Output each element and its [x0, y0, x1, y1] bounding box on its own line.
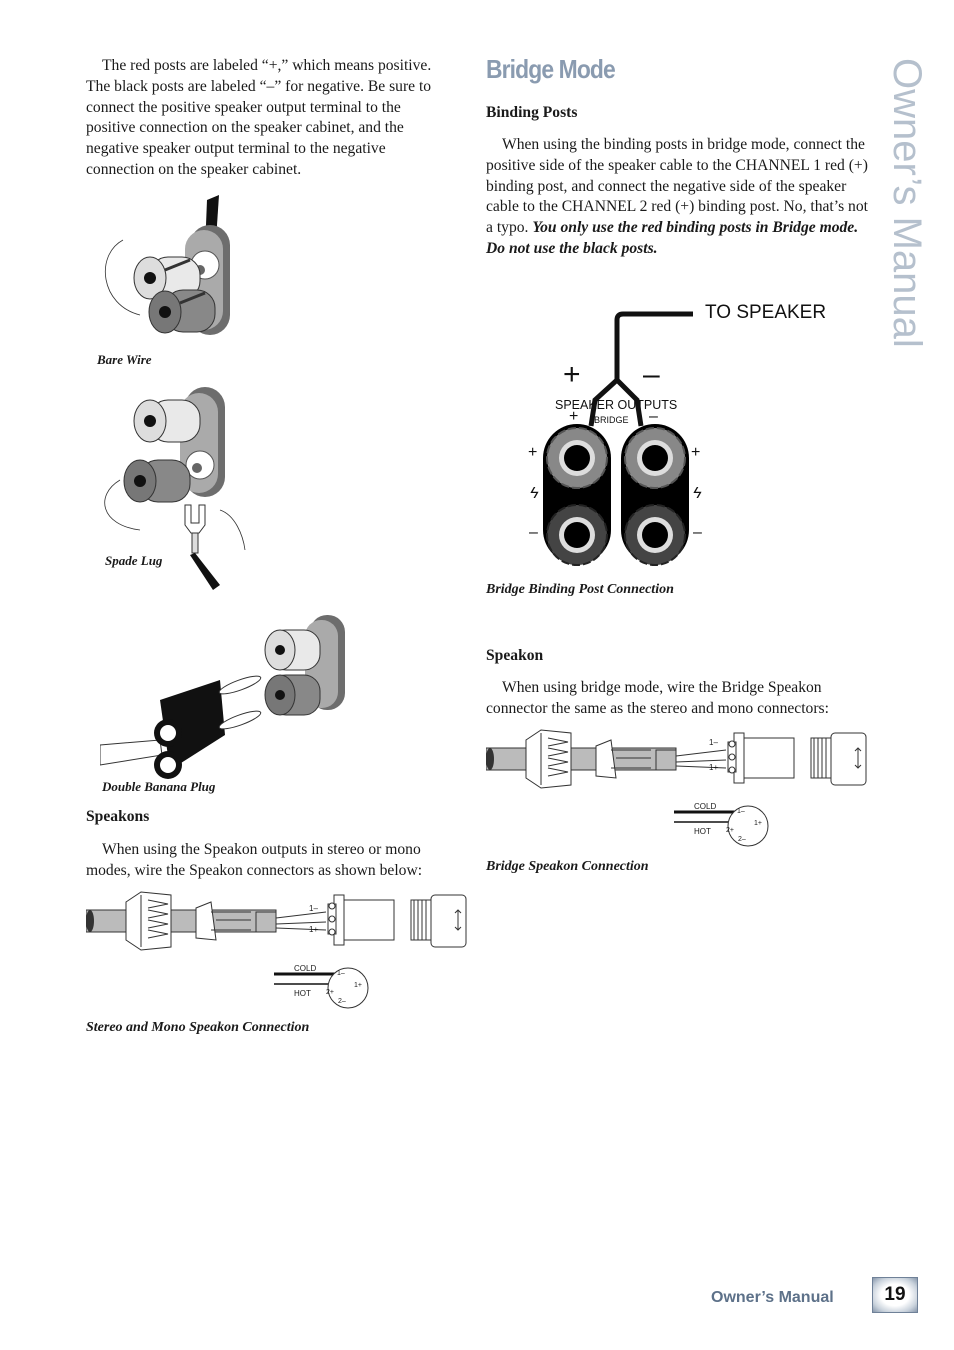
right-plus-label: +: [691, 444, 701, 461]
bridge-label: BRIDGE: [594, 415, 629, 425]
left-warning-bolt-icon: ϟ: [530, 485, 539, 502]
bare-wire-illustration: [104, 195, 230, 335]
left-plus-label: +: [528, 444, 538, 461]
speakons-paragraph: When using the Speakon outputs in stereo…: [86, 841, 423, 879]
binding-posts-emphasis: You only use the red binding posts in Br…: [486, 219, 859, 257]
face-label-1-minus: 1–: [337, 970, 345, 977]
speakon-heading: Speakon: [486, 647, 544, 664]
hot-label: HOT: [694, 827, 711, 836]
pin-label-1-minus: 1–: [709, 738, 718, 747]
right-binding-post-pair: [621, 424, 689, 566]
binding-posts-paragraph: When using the binding posts in bridge m…: [486, 135, 868, 260]
face-label-2-plus: 2+: [726, 827, 734, 834]
cable-plus-label: +: [563, 358, 581, 391]
intro-paragraph: The red posts are labeled “+,” which mea…: [86, 57, 432, 178]
figure-caption-stereo-mono-speakon: Stereo and Mono Speakon Connection: [86, 1020, 310, 1035]
figure-caption-bridge-speakon: Bridge Speakon Connection: [486, 859, 649, 874]
stereo-mono-speakon-diagram: 1– 1+ COLD HOT 1– 1+ 2+ 2–: [86, 890, 471, 1015]
bridge-speakon-diagram: 1– 1+ COLD HOT 1– 1+ 2+ 2–: [486, 728, 871, 853]
bridge-minus-label: –: [649, 408, 658, 425]
face-label-2-plus: 2+: [326, 989, 334, 996]
cold-label: COLD: [294, 964, 317, 973]
side-title: Owner’s Manual: [885, 58, 929, 348]
page-number-box: 19: [872, 1277, 918, 1313]
face-label-2-minus: 2–: [338, 998, 346, 1005]
face-label-1-plus: 1+: [754, 820, 762, 827]
figure-caption-spade-lug: Spade Lug: [105, 553, 163, 568]
footer-label: Owner’s Manual: [711, 1289, 834, 1306]
page-number: 19: [884, 1284, 906, 1305]
figure-caption-bridge-binding-post: Bridge Binding Post Connection: [486, 582, 674, 597]
bridge-plus-label: +: [569, 408, 579, 425]
pin-label-1-plus: 1+: [309, 925, 319, 934]
bridge-binding-post-diagram: TO SPEAKER + – SPEAKER OUTPUTS + BRIDGE …: [525, 300, 845, 570]
face-label-1-plus: 1+: [354, 982, 362, 989]
binding-posts-heading: Binding Posts: [486, 104, 578, 121]
section-title-bridge-mode: Bridge Mode: [486, 54, 616, 84]
cold-label: COLD: [694, 802, 717, 811]
figure-caption-double-banana: Double Banana Plug: [102, 779, 216, 794]
right-warning-bolt-icon: ϟ: [693, 485, 702, 502]
pin-label-1-minus: 1–: [309, 904, 318, 913]
right-minus-label: –: [693, 524, 702, 541]
cable-minus-label: –: [643, 358, 660, 391]
figure-caption-bare-wire: Bare Wire: [97, 352, 152, 367]
speakons-heading: Speakons: [86, 808, 150, 825]
face-label-2-minus: 2–: [738, 836, 746, 843]
face-label-1-minus: 1–: [737, 808, 745, 815]
left-binding-post-pair: [543, 424, 611, 566]
binding-post-black: [148, 289, 216, 334]
pin-label-1-plus: 1+: [709, 763, 719, 772]
to-speaker-label: TO SPEAKER: [705, 302, 827, 323]
double-banana-plug-illustration: [100, 615, 345, 779]
left-minus-label: –: [529, 524, 538, 541]
hot-label: HOT: [294, 989, 311, 998]
speakon-paragraph: When using bridge mode, wire the Bridge …: [486, 679, 829, 717]
